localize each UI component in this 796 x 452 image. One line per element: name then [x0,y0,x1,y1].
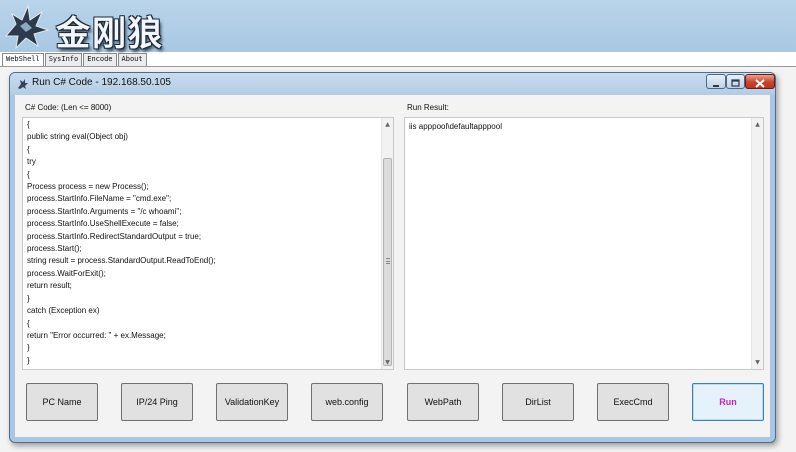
scroll-up-icon[interactable]: ▲ [752,119,763,130]
result-output[interactable]: iis apppool\defaultapppool ▲ ▼ [404,117,764,370]
dir-list-button[interactable]: DirList [502,383,574,421]
dialog-titlebar[interactable]: Run C# Code - 192.168.50.105 [10,73,775,95]
pc-name-button[interactable]: PC Name [26,383,98,421]
dialog-title: Run C# Code - 192.168.50.105 [32,77,171,88]
code-label: C# Code: (Len <= 8000) [25,103,112,112]
minimize-button[interactable] [706,74,726,89]
code-scroll-thumb[interactable] [383,158,392,366]
tab-sysinfo[interactable]: SysInfo [44,53,83,66]
run-code-dialog: Run C# Code - 192.168.50.105 C# Code: (L… [9,72,776,443]
scroll-up-icon[interactable]: ▲ [382,119,393,130]
exec-cmd-button[interactable]: ExecCmd [597,383,669,421]
tab-webshell[interactable]: WebShell [2,53,44,66]
code-scrollbar[interactable]: ▲ ▼ [381,118,393,369]
maximize-button[interactable] [726,74,745,89]
top-banner: 金刚狼 [0,0,796,54]
tab-about[interactable]: About [117,53,147,66]
tab-encode[interactable]: Encode [83,53,117,66]
scroll-down-icon[interactable]: ▼ [382,357,393,368]
maximize-icon [731,79,740,87]
validation-key-button[interactable]: ValidationKey [216,383,288,421]
wolf-logo-icon [4,4,50,50]
ip-ping-button[interactable]: IP/24 Ping [121,383,193,421]
close-button[interactable] [745,74,775,89]
main-tabs: WebShell SysInfo Encode About [2,53,148,66]
logo-text: 金刚狼 [56,14,164,54]
scroll-down-icon[interactable]: ▼ [752,357,763,368]
web-config-button[interactable]: web.config [311,383,383,421]
dialog-client-area: C# Code: (Len <= 8000) Run Result: { pub… [15,95,770,437]
app-icon [18,79,28,89]
result-label: Run Result: [407,103,449,112]
minimize-icon [713,85,719,87]
web-path-button[interactable]: WebPath [407,383,479,421]
code-text[interactable]: { public string eval(Object obj) { try {… [27,119,216,367]
code-editor[interactable]: { public string eval(Object obj) { try {… [22,117,394,370]
result-text[interactable]: iis apppool\defaultapppool [409,122,502,131]
run-button[interactable]: Run [692,383,764,421]
close-icon [755,79,765,88]
result-scrollbar[interactable]: ▲ ▼ [751,118,763,369]
